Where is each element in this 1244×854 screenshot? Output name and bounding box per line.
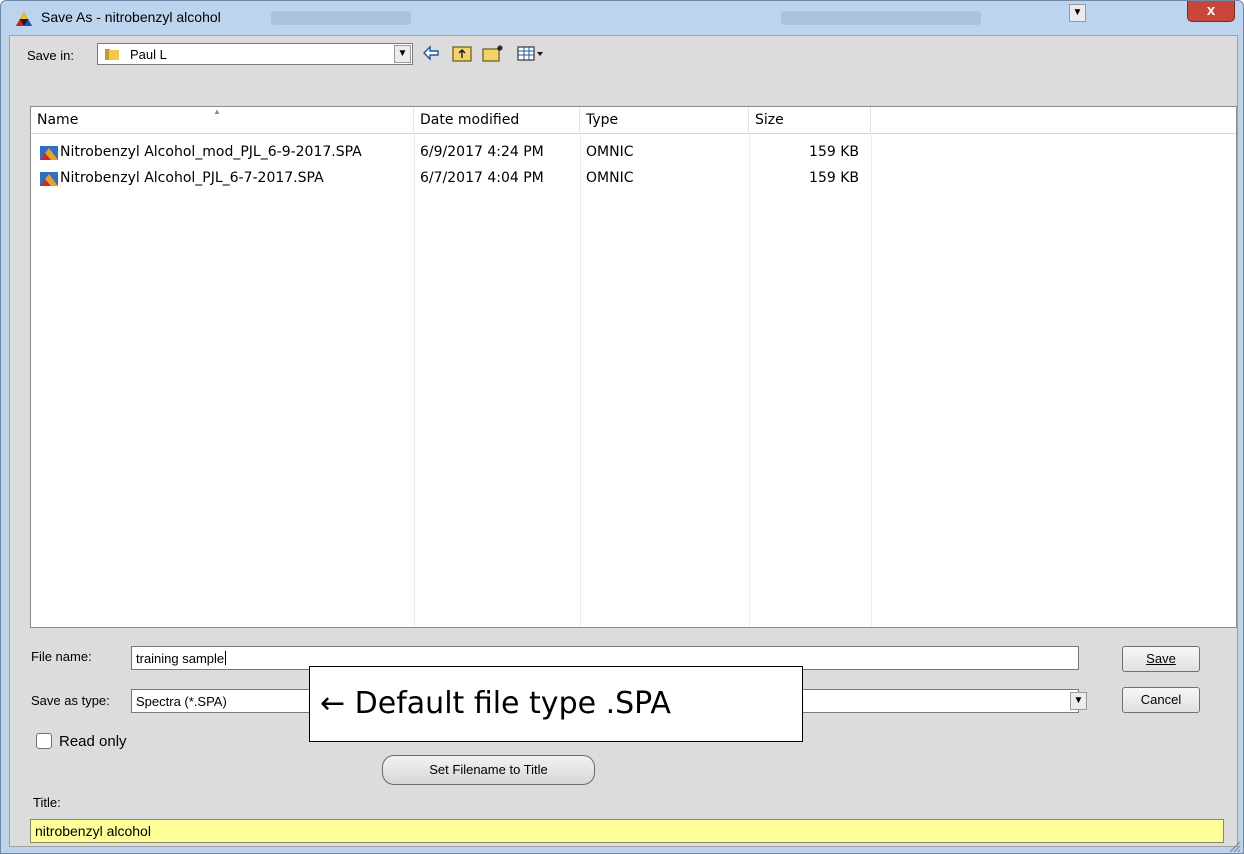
title-input[interactable]: nitrobenzyl alcohol <box>30 819 1224 843</box>
file-date: 6/9/2017 4:24 PM <box>420 144 544 160</box>
file-name-label: File name: <box>31 649 92 664</box>
save-in-dropdown-button[interactable]: ▼ <box>394 45 411 63</box>
sort-ascending-icon: ▲ <box>213 107 221 116</box>
omnic-app-icon <box>16 12 32 26</box>
title-bar[interactable]: Save As - nitrobenzyl alcohol x <box>1 1 1243 35</box>
annotation-callout: ← Default file type .SPA <box>309 666 803 742</box>
save-as-dialog: Save As - nitrobenzyl alcohol x Save in:… <box>0 0 1244 854</box>
file-list-header: Name ▲ Date modified Type Size <box>31 107 1236 134</box>
blurred-title-region-2 <box>781 11 981 25</box>
back-arrow-icon[interactable] <box>421 43 441 63</box>
new-folder-icon[interactable] <box>481 43 505 63</box>
file-name-value: training sample <box>136 651 225 666</box>
save-button[interactable]: Save <box>1122 646 1200 672</box>
file-name-dropdown-button[interactable]: ▼ <box>1069 4 1086 22</box>
column-header-date-modified[interactable]: Date modified <box>414 107 580 133</box>
set-filename-to-title-button[interactable]: Set Filename to Title <box>382 755 595 785</box>
file-row[interactable]: Nitrobenzyl Alcohol_PJL_6-7-2017.SPA 6/7… <box>31 167 871 191</box>
file-name: Nitrobenzyl Alcohol_mod_PJL_6-9-2017.SPA <box>60 144 362 160</box>
file-size: 159 KB <box>809 144 859 160</box>
file-type: OMNIC <box>586 144 634 160</box>
file-type: OMNIC <box>586 170 634 186</box>
blurred-title-region <box>271 11 411 25</box>
read-only-checkbox[interactable] <box>36 733 52 749</box>
text-caret <box>225 651 227 665</box>
save-as-type-value: Spectra (*.SPA) <box>136 694 227 709</box>
column-divider <box>871 133 872 627</box>
read-only-label[interactable]: Read only <box>59 733 127 750</box>
column-header-type[interactable]: Type <box>580 107 749 133</box>
spa-file-icon <box>40 172 58 186</box>
up-folder-icon[interactable] <box>451 43 473 63</box>
save-as-type-dropdown-button[interactable]: ▼ <box>1070 692 1087 710</box>
file-row[interactable]: Nitrobenzyl Alcohol_mod_PJL_6-9-2017.SPA… <box>31 141 871 165</box>
file-list[interactable]: Name ▲ Date modified Type Size Nitrobenz… <box>30 106 1237 628</box>
column-divider <box>414 133 415 627</box>
column-header-size[interactable]: Size <box>749 107 871 133</box>
file-date: 6/7/2017 4:04 PM <box>420 170 544 186</box>
close-button[interactable]: x <box>1187 1 1235 22</box>
cancel-button[interactable]: Cancel <box>1122 687 1200 713</box>
resize-grip-icon[interactable] <box>1227 839 1241 853</box>
file-name: Nitrobenzyl Alcohol_PJL_6-7-2017.SPA <box>60 170 324 186</box>
title-label: Title: <box>33 795 61 810</box>
save-in-label: Save in: <box>27 48 74 63</box>
save-as-type-label: Save as type: <box>31 693 110 708</box>
folder-icon <box>105 49 119 60</box>
file-size: 159 KB <box>809 170 859 186</box>
spa-file-icon <box>40 146 58 160</box>
column-divider <box>749 133 750 627</box>
save-in-combobox[interactable]: Paul L ▼ <box>97 43 413 65</box>
column-divider <box>580 133 581 627</box>
view-menu-icon[interactable] <box>516 43 546 63</box>
column-header-name[interactable]: Name <box>31 107 414 133</box>
title-value: nitrobenzyl alcohol <box>35 823 151 839</box>
window-title: Save As - nitrobenzyl alcohol <box>41 9 221 25</box>
window-frame-left <box>1 35 9 847</box>
save-in-value: Paul L <box>130 47 167 62</box>
